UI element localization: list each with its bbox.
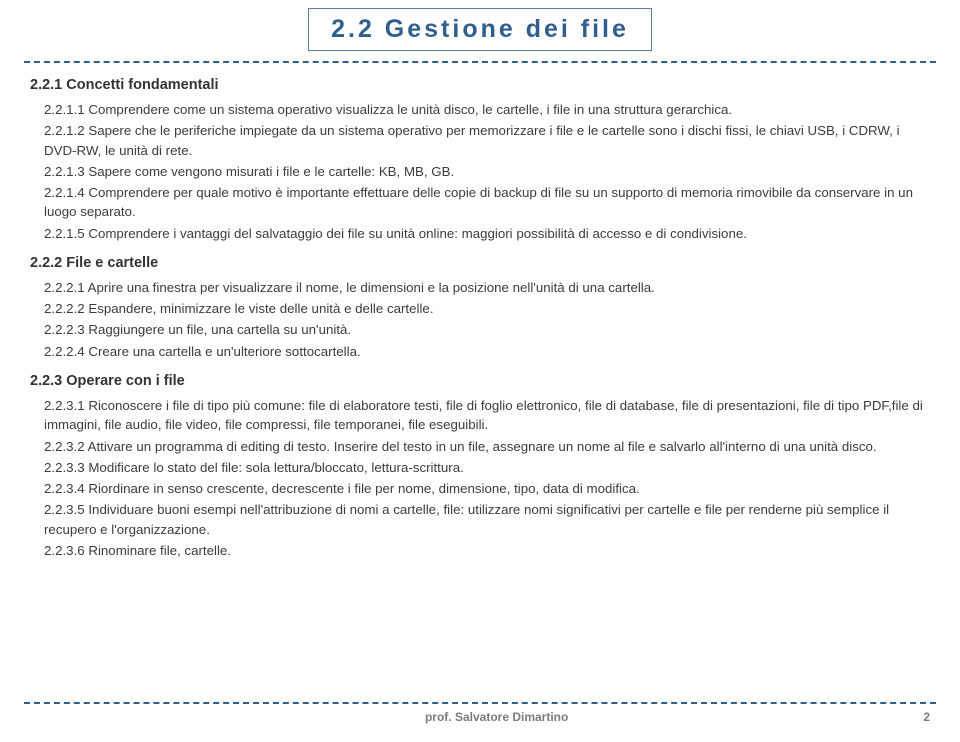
item-text: 2.2.2.1 Aprire una finestra per visualiz… xyxy=(44,278,930,297)
item-text: 2.2.2.3 Raggiungere un file, una cartell… xyxy=(44,320,930,339)
document-body: 2.2.1 Concetti fondamentali 2.2.1.1 Comp… xyxy=(0,75,960,560)
section-heading-3: 2.2.3 Operare con i file xyxy=(30,371,930,392)
item-text: 2.2.1.5 Comprendere i vantaggi del salva… xyxy=(44,224,930,243)
divider-top xyxy=(24,61,936,63)
footer-page-number: 2 xyxy=(923,710,930,724)
section-items-1: 2.2.1.1 Comprendere come un sistema oper… xyxy=(30,100,930,243)
section-items-2: 2.2.2.1 Aprire una finestra per visualiz… xyxy=(30,278,930,361)
item-text: 2.2.1.4 Comprendere per quale motivo è i… xyxy=(44,183,930,222)
item-text: 2.2.2.2 Espandere, minimizzare le viste … xyxy=(44,299,930,318)
section-items-3: 2.2.3.1 Riconoscere i file di tipo più c… xyxy=(30,396,930,560)
item-text: 2.2.3.5 Individuare buoni esempi nell'at… xyxy=(44,500,930,539)
item-text: 2.2.3.1 Riconoscere i file di tipo più c… xyxy=(44,396,930,435)
footer-author: prof. Salvatore Dimartino xyxy=(30,710,923,724)
section-heading-2: 2.2.2 File e cartelle xyxy=(30,253,930,274)
item-text: 2.2.3.6 Rinominare file, cartelle. xyxy=(44,541,930,560)
item-text: 2.2.1.2 Sapere che le periferiche impieg… xyxy=(44,121,930,160)
item-text: 2.2.3.3 Modificare lo stato del file: so… xyxy=(44,458,930,477)
divider-bottom xyxy=(24,702,936,704)
page-title: 2.2 Gestione dei file xyxy=(308,8,652,51)
item-text: 2.2.2.4 Creare una cartella e un'ulterio… xyxy=(44,342,930,361)
footer: prof. Salvatore Dimartino 2 xyxy=(0,702,960,724)
item-text: 2.2.1.3 Sapere come vengono misurati i f… xyxy=(44,162,930,181)
item-text: 2.2.3.4 Riordinare in senso crescente, d… xyxy=(44,479,930,498)
item-text: 2.2.3.2 Attivare un programma di editing… xyxy=(44,437,930,456)
section-heading-1: 2.2.1 Concetti fondamentali xyxy=(30,75,930,96)
item-text: 2.2.1.1 Comprendere come un sistema oper… xyxy=(44,100,930,119)
